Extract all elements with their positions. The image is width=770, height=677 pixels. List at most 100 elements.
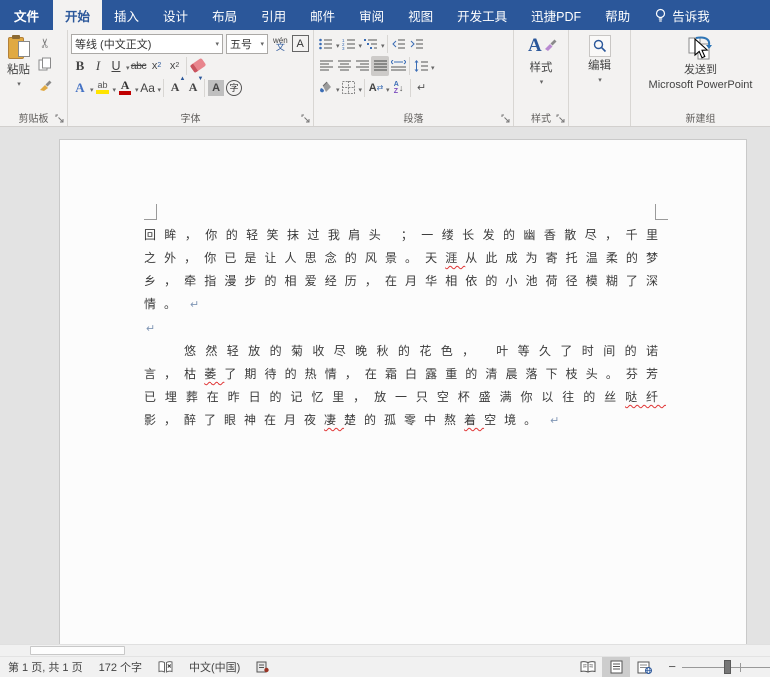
horizontal-scrollbar[interactable]	[0, 644, 770, 656]
character-shading-button[interactable]: A	[207, 78, 225, 98]
bullets-dropdown[interactable]	[335, 35, 340, 53]
italic-button[interactable]: I	[89, 56, 107, 76]
shading-dropdown[interactable]	[335, 79, 340, 97]
tab-pdf-addin[interactable]: 迅捷PDF	[519, 0, 593, 30]
format-painter-button[interactable]	[36, 75, 54, 95]
underline-dropdown[interactable]	[125, 57, 130, 75]
font-dialog-launcher[interactable]	[301, 114, 311, 124]
tab-references[interactable]: 引用	[249, 0, 298, 30]
send-to-powerpoint-button[interactable]: 发送到 Microsoft PowerPoint	[634, 33, 767, 93]
phonetic-guide-button[interactable]: wén 文	[273, 36, 288, 51]
cut-icon: ✂	[37, 37, 52, 49]
bold-button[interactable]: B	[71, 56, 89, 76]
web-layout-view-button[interactable]	[630, 657, 658, 677]
bullets-button[interactable]	[317, 34, 335, 54]
tab-help[interactable]: 帮助	[593, 0, 642, 30]
read-mode-view-button[interactable]	[574, 657, 602, 677]
cut-button[interactable]: ✂	[36, 33, 54, 53]
asian-layout-dropdown[interactable]	[385, 79, 390, 97]
proofing-status[interactable]	[150, 661, 181, 673]
tab-developer[interactable]: 开发工具	[445, 0, 519, 30]
proofing-error-icon	[158, 661, 173, 673]
strikethrough-button[interactable]: abc	[130, 56, 148, 76]
shrink-font-button[interactable]: A ▼	[184, 76, 204, 98]
styles-button[interactable]: A 样式	[517, 33, 565, 89]
zoom-slider-handle[interactable]	[724, 660, 731, 674]
copy-button[interactable]	[36, 54, 54, 74]
line-spacing-dropdown[interactable]	[430, 57, 435, 75]
numbering-button[interactable]: 123	[340, 34, 358, 54]
language-indicator[interactable]: 中文(中国)	[181, 659, 248, 675]
print-layout-view-button[interactable]	[602, 657, 631, 677]
editing-button[interactable]: 编辑	[572, 33, 627, 87]
tab-layout[interactable]: 布局	[200, 0, 249, 30]
change-case-dropdown[interactable]	[157, 79, 162, 97]
align-right-button[interactable]	[353, 56, 371, 76]
margin-crop-mark-left	[144, 204, 157, 220]
increase-indent-button[interactable]	[408, 34, 426, 54]
align-center-button[interactable]	[335, 56, 353, 76]
text-effects-dropdown[interactable]	[89, 79, 94, 97]
paragraph-2[interactable]: 悠然轻放的菊收尽晚秋的花色， 叶等久了时间的诺言，枯萎了期待的热情，在霜白露重的…	[144, 340, 666, 433]
change-case-button[interactable]: Aa	[139, 78, 157, 98]
paragraph-group-label: 段落	[403, 114, 424, 125]
paragraph-1[interactable]: 回眸，你的轻笑抹过我肩头 ；一缕长发的幽香散尽，千里之外，你已是让人思念的风景。…	[144, 224, 666, 317]
distribute-button[interactable]	[389, 56, 407, 76]
tell-me-label: 告诉我	[672, 9, 710, 24]
asian-layout-button[interactable]: A ⇄	[367, 78, 385, 98]
clipboard-group: 粘贴 ✂ 剪贴板	[0, 30, 68, 126]
tab-mailings[interactable]: 邮件	[298, 0, 347, 30]
word-count-indicator[interactable]: 172 个字	[91, 659, 150, 675]
document-text[interactable]: 回眸，你的轻笑抹过我肩头 ；一缕长发的幽香散尽，千里之外，你已是让人思念的风景。…	[144, 224, 666, 433]
borders-button[interactable]	[340, 78, 358, 98]
align-left-button[interactable]	[317, 56, 335, 76]
zoom-slider[interactable]	[682, 657, 770, 677]
zoom-out-button[interactable]: −	[658, 659, 682, 676]
sort-button[interactable]: A Z ↓	[390, 78, 408, 98]
ribbon: 粘贴 ✂ 剪贴板	[0, 30, 770, 127]
tab-file[interactable]: 文件	[0, 0, 53, 30]
tab-view[interactable]: 视图	[396, 0, 445, 30]
font-color-dropdown[interactable]	[134, 79, 139, 97]
borders-dropdown[interactable]	[358, 79, 363, 97]
subscript-button[interactable]: x2	[148, 56, 166, 76]
empty-paragraph[interactable]: ↵	[144, 317, 666, 340]
tab-design[interactable]: 设计	[151, 0, 200, 30]
paste-dropdown[interactable]	[16, 77, 21, 89]
decrease-indent-button[interactable]	[390, 34, 408, 54]
show-hide-marks-button[interactable]: ↵	[413, 78, 431, 98]
text-highlight-button[interactable]: ab	[94, 78, 112, 98]
tab-review[interactable]: 审阅	[347, 0, 396, 30]
editing-dropdown[interactable]	[597, 73, 602, 85]
paste-button[interactable]: 粘贴	[3, 33, 34, 95]
font-name-select[interactable]: 等线 (中文正文) ▾	[71, 33, 223, 54]
tab-home[interactable]: 开始	[53, 0, 103, 30]
shading-button[interactable]	[317, 78, 335, 98]
font-color-button[interactable]: A	[116, 78, 134, 98]
styles-dropdown[interactable]	[539, 75, 544, 87]
font-size-select[interactable]: 五号 ▾	[226, 33, 268, 54]
paragraph-dialog-launcher[interactable]	[501, 114, 511, 124]
text-effects-button[interactable]: A	[71, 78, 89, 98]
styles-dialog-launcher[interactable]	[556, 114, 566, 124]
enclose-characters-button[interactable]: 字	[225, 78, 243, 98]
font-color-icon: A	[119, 79, 132, 95]
line-spacing-button[interactable]	[412, 56, 430, 76]
read-mode-icon	[580, 661, 596, 673]
superscript-button[interactable]: x2	[166, 56, 184, 76]
multilevel-list-dropdown[interactable]	[380, 35, 385, 53]
document-page[interactable]: 回眸，你的轻笑抹过我肩头 ；一缕长发的幽香散尽，千里之外，你已是让人思念的风景。…	[59, 139, 747, 644]
underline-button[interactable]: U	[107, 56, 125, 76]
grow-font-button[interactable]: A ▲	[166, 76, 186, 98]
horizontal-scrollbar-thumb[interactable]	[30, 646, 125, 655]
clear-formatting-button[interactable]	[189, 56, 207, 76]
page-number-indicator[interactable]: 第 1 页, 共 1 页	[0, 659, 91, 675]
tab-insert[interactable]: 插入	[102, 0, 151, 30]
tell-me-box[interactable]: 告诉我	[642, 0, 722, 30]
justify-button[interactable]	[371, 55, 389, 76]
clipboard-dialog-launcher[interactable]	[55, 114, 65, 124]
character-border-button[interactable]: A	[291, 35, 309, 52]
misspelled-word: 萎	[204, 367, 225, 381]
macro-recording-button[interactable]	[248, 661, 277, 673]
multilevel-list-button[interactable]	[362, 34, 380, 54]
